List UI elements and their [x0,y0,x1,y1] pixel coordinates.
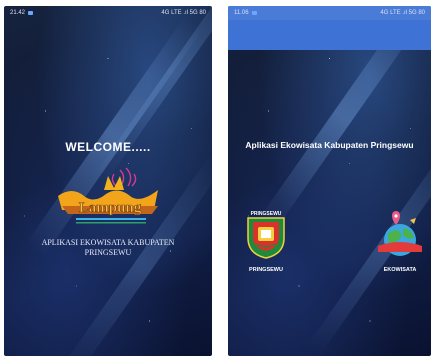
menu-ekowisata-button[interactable]: EKOWISATA [374,210,426,273]
lampung-logo: Lampung [50,166,170,232]
emblem-caption: PRINGSEWU [251,211,282,217]
subtitle-line: PRINGSEWU [84,248,132,257]
status-bar: 11.06 4G LTE .ıl 5G 80 [228,6,431,20]
notification-icon [28,11,34,15]
app-bar [228,20,431,50]
subtitle-line: APLIKASI EKOWISATA KABUPATEN [41,238,175,247]
lampung-logo-icon: Lampung [58,167,158,224]
status-bar: 21.42 4G LTE .ıl 5G 80 [4,6,212,20]
menu-label: PRINGSEWU [249,267,283,273]
ekowisata-globe-icon [378,211,422,256]
status-icons: 4G LTE .ıl 5G 80 [380,10,425,16]
menu-label: EKOWISATA [383,267,417,273]
stars-overlay [228,6,431,356]
lampung-logo-text: Lampung [79,200,142,216]
home-screen: 11.06 4G LTE .ıl 5G 80 Aplikasi Ekowisat… [228,6,431,356]
status-time: 11.06 [234,10,249,16]
notification-icon [251,11,257,15]
pringsewu-emblem-icon: PRINGSEWU [247,211,285,259]
status-icons: 4G LTE .ıl 5G 80 [161,10,206,16]
welcome-heading: WELCOME..... [65,140,151,154]
page-title: Aplikasi Ekowisata Kabupaten Pringsewu [245,140,414,150]
menu-pringsewu-button[interactable]: PRINGSEWU PRINGSEWU [240,210,292,273]
status-time: 21.42 [10,10,26,16]
app-subtitle: APLIKASI EKOWISATA KABUPATEN PRINGSEWU [4,238,212,258]
splash-screen: 21.42 4G LTE .ıl 5G 80 WELCOME..... Lamp… [4,6,212,356]
